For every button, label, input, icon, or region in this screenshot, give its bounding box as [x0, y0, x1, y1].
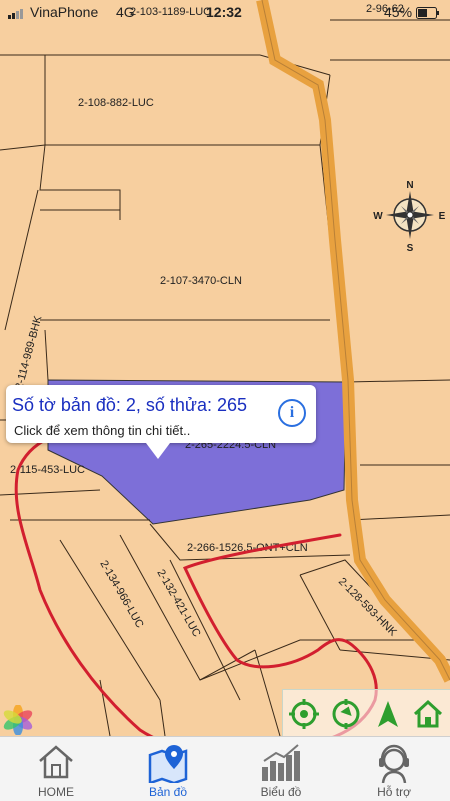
compass-s: S — [407, 243, 414, 254]
tab-bar: HOME Bản đồ Biểu đồ Hỗ trợ — [0, 736, 450, 801]
network-type: 4G — [116, 4, 135, 20]
refresh-icon[interactable] — [329, 697, 363, 731]
home-icon — [39, 745, 73, 779]
parcel-info-popup[interactable]: Số tờ bản đồ: 2, số thửa: 265 Click để x… — [6, 385, 316, 459]
battery-percent: 45% — [384, 4, 413, 20]
signal-icon — [8, 6, 24, 22]
tab-home[interactable]: HOME — [0, 737, 112, 801]
tab-label: Bản đồ — [148, 785, 188, 799]
compass-n: N — [406, 180, 413, 191]
support-icon — [379, 744, 409, 783]
tab-map[interactable]: Bản đồ — [112, 737, 224, 801]
popup-subtitle[interactable]: Click để xem thông tin chi tiết.. — [14, 423, 190, 438]
tab-label: Hỗ trợ — [377, 785, 411, 799]
carrier-name: VinaPhone — [30, 4, 99, 20]
bar-chart-icon — [262, 744, 300, 781]
popup-title: Số tờ bản đồ: 2, số thửa: 265 — [12, 395, 248, 415]
map-pin-icon — [148, 745, 188, 783]
navigate-icon[interactable] — [371, 697, 405, 731]
photos-app-icon[interactable] — [3, 704, 33, 736]
home-outline-icon[interactable] — [411, 697, 445, 731]
info-icon[interactable]: i — [278, 399, 306, 427]
status-bar: VinaPhone 4G 12:32 45% — [0, 0, 450, 24]
compass-w: W — [373, 211, 383, 222]
tab-chart[interactable]: Biểu đồ — [225, 737, 337, 801]
compass-e: E — [439, 211, 446, 222]
battery-icon — [416, 6, 440, 22]
map-toolbar — [282, 689, 450, 739]
parcel-label: 2-108-882-LUC — [78, 97, 154, 109]
tab-label: Biểu đồ — [260, 785, 302, 799]
tab-label: HOME — [38, 785, 74, 799]
parcel-label: 2-107-3470-CLN — [160, 275, 242, 287]
clock: 12:32 — [206, 4, 242, 20]
tab-support[interactable]: Hỗ trợ — [338, 737, 450, 801]
locate-icon[interactable] — [287, 697, 321, 731]
